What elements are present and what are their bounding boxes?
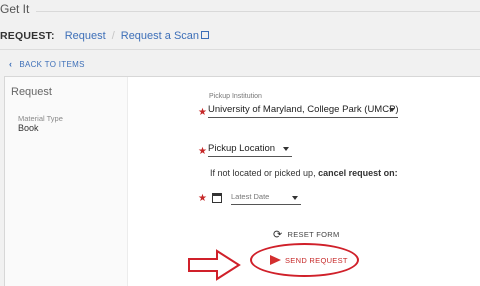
pickup-location-value: Pickup Location: [208, 143, 276, 154]
back-to-items-link[interactable]: ‹ BACK TO ITEMS: [9, 59, 85, 69]
latest-date-value: Latest Date: [231, 192, 270, 201]
pickup-institution-label: Pickup Institution: [209, 93, 262, 100]
request-panel: Request Material Type Book Pickup Instit…: [4, 76, 480, 286]
request-scan-link[interactable]: Request a Scan: [120, 30, 210, 42]
request-info-column: Request Material Type Book: [5, 77, 128, 286]
request-title: Request: [11, 86, 52, 98]
header-divider: [36, 11, 480, 12]
chevron-down-icon: [283, 147, 289, 151]
reset-icon: ⟳: [273, 229, 283, 241]
required-star-icon: ★: [198, 193, 207, 204]
external-link-icon: [201, 31, 210, 39]
pickup-institution-value: University of Maryland, College Park (UM…: [208, 104, 399, 115]
request-label: REQUEST:: [0, 30, 55, 42]
get-it-header: Get It: [0, 2, 30, 16]
pickup-institution-select[interactable]: University of Maryland, College Park (UM…: [208, 104, 399, 118]
cancel-note-bold: cancel request on:: [318, 168, 398, 178]
request-bar: REQUEST: Request / Request a Scan: [0, 30, 210, 42]
request-separator: /: [111, 30, 115, 42]
calendar-icon[interactable]: [212, 193, 222, 203]
reset-form-button[interactable]: ⟳ RESET FORM: [273, 228, 340, 241]
chevron-down-icon: [389, 108, 395, 112]
pickup-location-select[interactable]: Pickup Location: [208, 143, 292, 157]
material-type-value: Book: [18, 123, 39, 133]
chevron-down-icon: [292, 196, 298, 200]
reset-form-label: RESET FORM: [287, 230, 340, 239]
required-star-icon: ★: [198, 107, 207, 118]
chevron-left-icon: ‹: [9, 59, 13, 69]
request-link[interactable]: Request: [65, 30, 106, 42]
section-divider: [0, 49, 480, 50]
cancel-note-prefix: If not located or picked up,: [210, 168, 319, 178]
back-to-items-label: BACK TO ITEMS: [19, 59, 85, 69]
request-scan-label: Request a Scan: [120, 30, 200, 42]
required-star-icon: ★: [198, 146, 207, 157]
latest-date-select[interactable]: Latest Date: [231, 192, 301, 205]
cancel-note: If not located or picked up, cancel requ…: [210, 168, 398, 178]
material-type-label: Material Type: [18, 114, 63, 123]
highlight-oval-annotation: [250, 243, 359, 277]
arrow-annotation-icon: [188, 249, 241, 281]
